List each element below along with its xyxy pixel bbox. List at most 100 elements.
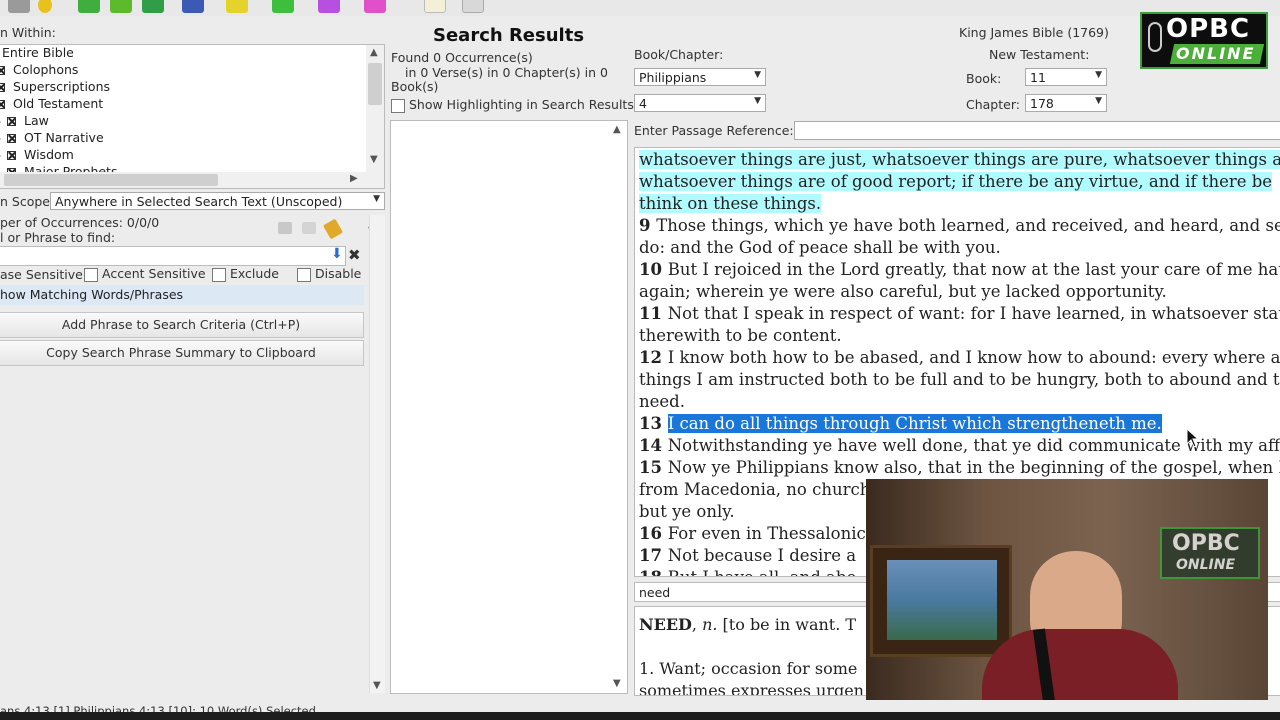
bulb-icon[interactable] bbox=[38, 0, 52, 13]
tree-item-law[interactable]: Law bbox=[0, 113, 49, 128]
checkbox-checked-icon[interactable] bbox=[0, 66, 5, 75]
passage-reference-input[interactable] bbox=[794, 121, 1280, 140]
scroll-thumb[interactable] bbox=[4, 174, 218, 186]
picture-frame bbox=[870, 545, 1012, 657]
checkbox[interactable] bbox=[212, 267, 226, 282]
tree-horizontal-scrollbar[interactable]: ▶ bbox=[0, 172, 384, 188]
copy-summary-button[interactable]: Copy Search Phrase Summary to Clipboard bbox=[0, 340, 364, 366]
highlighter-pink-icon[interactable] bbox=[364, 0, 386, 13]
bible-icon[interactable] bbox=[182, 0, 204, 13]
save-icon[interactable] bbox=[78, 0, 100, 13]
verse-text: do: and the God of peace shall be with y… bbox=[639, 238, 1001, 257]
show-highlighting-option[interactable]: Show Highlighting in Search Results bbox=[391, 97, 634, 113]
matching-words-toggle[interactable]: how Matching Words/Phrases bbox=[0, 285, 364, 305]
book-green-icon[interactable] bbox=[110, 0, 132, 13]
close-icon[interactable]: ✖ bbox=[348, 246, 361, 264]
verse-line: 13 I can do all things through Christ wh… bbox=[639, 414, 1162, 433]
expand-arrow-icon[interactable] bbox=[0, 134, 1, 143]
scroll-up-icon[interactable]: ▲ bbox=[613, 125, 621, 135]
verse-line: 18 But I have all, and abo bbox=[639, 568, 856, 576]
option-label: Disable bbox=[314, 266, 362, 281]
broom-icon[interactable] bbox=[322, 218, 344, 240]
print-icon[interactable] bbox=[462, 0, 484, 13]
option-case-sensitive[interactable]: ase Sensitive bbox=[0, 267, 83, 282]
checkbox[interactable] bbox=[391, 98, 405, 113]
verse-line: 10 But I rejoiced in the Lord greatly, t… bbox=[639, 260, 1280, 279]
tree-item-colophons[interactable]: Colophons bbox=[0, 62, 78, 77]
book-number-select[interactable]: 11 ▼ bbox=[1025, 68, 1107, 86]
forward-icon[interactable] bbox=[142, 0, 164, 13]
phrase-input[interactable] bbox=[0, 246, 346, 266]
scroll-down-icon[interactable]: ▼ bbox=[613, 679, 621, 689]
tree-item-label: Wisdom bbox=[24, 147, 74, 162]
dictionary-definition: [to be in want. T bbox=[722, 615, 857, 634]
scroll-right-icon[interactable]: ▶ bbox=[350, 174, 358, 184]
tree-item-ot-narrative[interactable]: OT Narrative bbox=[0, 130, 104, 145]
verse-number: 14 bbox=[639, 436, 668, 455]
checkbox-checked-icon[interactable] bbox=[7, 134, 16, 143]
scroll-down-icon[interactable]: ▼ bbox=[373, 681, 381, 691]
webcam-logo-text-opbc: OPBC bbox=[1172, 531, 1240, 556]
option-exclude[interactable]: Exclude bbox=[212, 266, 279, 282]
checkbox-checked-icon[interactable] bbox=[0, 83, 5, 92]
expand-arrow-icon[interactable] bbox=[0, 151, 1, 160]
scroll-up-icon[interactable]: ▲ bbox=[370, 48, 378, 58]
option-disable[interactable]: Disable bbox=[297, 266, 361, 282]
verse-number: 17 bbox=[639, 546, 668, 565]
clear-icon[interactable] bbox=[302, 222, 316, 234]
tree-item-superscriptions[interactable]: Superscriptions bbox=[0, 79, 110, 94]
testament-label: New Testament: bbox=[989, 47, 1090, 62]
add-phrase-button[interactable]: Add Phrase to Search Criteria (Ctrl+P) bbox=[0, 312, 364, 338]
expand-arrow-icon[interactable] bbox=[0, 117, 1, 126]
phrase-label: l or Phrase to find: bbox=[0, 230, 116, 245]
chevron-down-icon: ▼ bbox=[1095, 96, 1102, 106]
option-label: ase Sensitive bbox=[0, 267, 83, 282]
checkbox-checked-icon[interactable] bbox=[0, 100, 5, 109]
chapter-number-select[interactable]: 178 ▼ bbox=[1025, 94, 1107, 112]
verse-line: 14 Notwithstanding ye have well done, th… bbox=[639, 436, 1280, 455]
checkbox-checked-icon[interactable] bbox=[7, 151, 16, 160]
scope-tree[interactable]: Entire Bible Colophons Superscriptions O… bbox=[0, 44, 385, 189]
book-number-label: Book: bbox=[966, 71, 1002, 86]
tree-item-old-testament[interactable]: Old Testament bbox=[0, 96, 103, 111]
dictionary-line-2: 1. Want; occasion for some bbox=[639, 659, 858, 678]
chevron-down-icon: ▼ bbox=[373, 194, 380, 204]
verse-line: 11 Not that I speak in respect of want: … bbox=[639, 304, 1280, 323]
search-results-list[interactable]: ▲ ▼ bbox=[390, 120, 628, 694]
book-select[interactable]: Philippians ▼ bbox=[634, 68, 766, 86]
verse-number: 12 bbox=[639, 348, 668, 367]
checkbox[interactable] bbox=[84, 267, 98, 282]
verse-line: 16 For even in Thessalonic bbox=[639, 524, 866, 543]
highlighter-green-icon[interactable] bbox=[272, 0, 294, 13]
tree-item-entire-bible[interactable]: Entire Bible bbox=[2, 45, 74, 60]
tree-item-label: Law bbox=[24, 113, 49, 128]
tree-vertical-scrollbar[interactable]: ▲ ▼ bbox=[366, 45, 384, 172]
search-scope-select[interactable]: Anywhere in Selected Search Text (Unscop… bbox=[50, 192, 385, 210]
webcam-overlay: OPBC ONLINE bbox=[866, 479, 1268, 703]
checkbox[interactable] bbox=[297, 267, 311, 282]
arrow-down-icon[interactable]: ⬇ bbox=[331, 246, 343, 262]
microphone-icon bbox=[1148, 22, 1162, 52]
arrow-icon[interactable] bbox=[8, 0, 30, 13]
tree-item-wisdom[interactable]: Wisdom bbox=[0, 147, 74, 162]
chevron-down-icon: ▼ bbox=[754, 70, 761, 80]
highlighter-purple-icon[interactable] bbox=[318, 0, 340, 13]
book-number-value: 11 bbox=[1030, 70, 1046, 85]
highlighter-yellow-icon[interactable] bbox=[226, 0, 248, 13]
tree-item-label: Old Testament bbox=[13, 96, 104, 111]
left-panel-scrollbar[interactable]: ▼ bbox=[369, 215, 385, 693]
note-icon[interactable] bbox=[424, 0, 446, 13]
option-accent-sensitive[interactable]: Accent Sensitive bbox=[84, 266, 206, 282]
checkbox-checked-icon[interactable] bbox=[7, 117, 16, 126]
webcam-logo-text-online: ONLINE bbox=[1176, 557, 1236, 573]
tree-item-label: Entire Bible bbox=[2, 45, 74, 60]
tree-item-label: Superscriptions bbox=[13, 79, 111, 94]
verse-number: 16 bbox=[639, 524, 668, 543]
scroll-thumb[interactable] bbox=[368, 63, 382, 105]
scroll-down-icon[interactable]: ▼ bbox=[370, 155, 378, 165]
presenter-shirt bbox=[982, 629, 1178, 703]
move-up-icon[interactable] bbox=[278, 222, 292, 234]
chapter-select[interactable]: 4 ▼ bbox=[634, 94, 766, 112]
verse-line: do: and the God of peace shall be with y… bbox=[639, 238, 1001, 257]
verse-line: 12 I know both how to be abased, and I k… bbox=[639, 348, 1280, 367]
